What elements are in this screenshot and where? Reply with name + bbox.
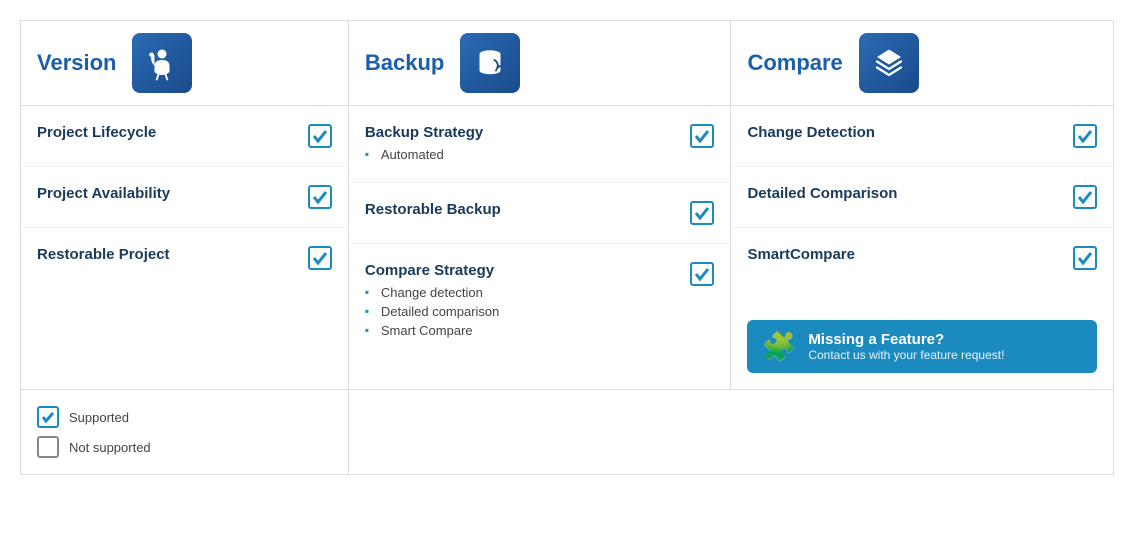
- missing-banner-content: Missing a Feature? Contact us with your …: [808, 331, 1004, 362]
- compare-features-cell: Change Detection Detailed Comparison Sma…: [731, 106, 1114, 390]
- legend-not-supported: Not supported: [37, 436, 332, 458]
- check-icon: [1073, 124, 1097, 148]
- feature-subitems: Automated: [365, 145, 691, 164]
- legend-not-supported-label: Not supported: [69, 440, 151, 455]
- version-features-cell: Project Lifecycle Project Availability R…: [21, 106, 349, 390]
- backup-feature-name: Restorable Backup: [365, 201, 691, 218]
- compare-feature-name: Detailed Comparison: [747, 185, 1073, 202]
- missing-feature-banner[interactable]: 🧩 Missing a Feature? Contact us with you…: [747, 320, 1097, 373]
- version-feature-name: Project Lifecycle: [37, 124, 308, 141]
- features-table: Version: [20, 20, 1114, 475]
- missing-banner-subtitle: Contact us with your feature request!: [808, 348, 1004, 362]
- compare-feature-block: Detailed Comparison: [747, 185, 1073, 206]
- version-header-cell: Version: [21, 21, 349, 106]
- missing-banner-title: Missing a Feature?: [808, 331, 1004, 348]
- legend-supported: Supported: [37, 406, 332, 428]
- check-icon: [308, 246, 332, 270]
- legend-cell: Supported Not supported: [21, 390, 349, 475]
- check-icon: [690, 262, 714, 286]
- backup-feature-row: Compare Strategy Change detectionDetaile…: [349, 243, 731, 358]
- compare-feature-row: Change Detection: [731, 106, 1113, 166]
- legend-empty-icon: [37, 436, 59, 458]
- database-icon: [472, 45, 508, 81]
- backup-feature-row: Backup Strategy Automated: [349, 106, 731, 182]
- backup-feature-block: Restorable Backup: [365, 201, 691, 222]
- checkmark-svg: [695, 267, 709, 281]
- legend-spacer: [348, 390, 1113, 475]
- backup-icon: [460, 33, 520, 93]
- compare-feature-block: Change Detection: [747, 124, 1073, 145]
- check-icon: [308, 124, 332, 148]
- checkmark-svg: [695, 129, 709, 143]
- legend: Supported Not supported: [21, 390, 348, 474]
- checkmark-svg: [313, 190, 327, 204]
- compare-feature-block: SmartCompare: [747, 246, 1073, 267]
- person-icon: [144, 45, 180, 81]
- version-feature-name: Restorable Project: [37, 246, 308, 263]
- compare-icon: [859, 33, 919, 93]
- backup-feature-row: Restorable Backup: [349, 182, 731, 243]
- compare-feature-name: SmartCompare: [747, 246, 1073, 263]
- feature-subitems: Change detectionDetailed comparisonSmart…: [365, 283, 691, 340]
- version-icon: [132, 33, 192, 93]
- backup-header-label: Backup: [365, 50, 444, 76]
- feature-subitem: Automated: [365, 145, 691, 164]
- legend-check-icon: [37, 406, 59, 428]
- compare-feature-row: Detailed Comparison: [731, 166, 1113, 227]
- check-icon: [1073, 246, 1097, 270]
- backup-feature-block: Compare Strategy Change detectionDetaile…: [365, 262, 691, 340]
- checkmark-svg: [313, 251, 327, 265]
- version-feature-block: Restorable Project: [37, 246, 308, 267]
- compare-feature-row: SmartCompare: [731, 227, 1113, 288]
- compare-bottom: 🧩 Missing a Feature? Contact us with you…: [731, 288, 1113, 389]
- feature-subitem: Detailed comparison: [365, 302, 691, 321]
- version-feature-name: Project Availability: [37, 185, 308, 202]
- check-icon: [690, 201, 714, 225]
- checkmark-svg: [1078, 190, 1092, 204]
- layers-icon: [871, 45, 907, 81]
- check-icon: [690, 124, 714, 148]
- version-feature-row: Restorable Project: [21, 227, 348, 288]
- feature-subitem: Change detection: [365, 283, 691, 302]
- backup-features-cell: Backup Strategy Automated Restorable Bac…: [348, 106, 731, 390]
- backup-feature-block: Backup Strategy Automated: [365, 124, 691, 164]
- checkmark-svg: [313, 129, 327, 143]
- puzzle-icon: 🧩: [761, 330, 796, 363]
- backup-feature-name: Backup Strategy: [365, 124, 691, 141]
- checkmark-svg: [1078, 129, 1092, 143]
- version-feature-block: Project Availability: [37, 185, 308, 206]
- compare-header-label: Compare: [747, 50, 842, 76]
- backup-feature-name: Compare Strategy: [365, 262, 691, 279]
- legend-supported-label: Supported: [69, 410, 129, 425]
- checkmark-icon: [42, 411, 54, 423]
- check-icon: [308, 185, 332, 209]
- compare-feature-name: Change Detection: [747, 124, 1073, 141]
- checkmark-svg: [1078, 251, 1092, 265]
- compare-header-cell: Compare: [731, 21, 1114, 106]
- feature-subitem: Smart Compare: [365, 321, 691, 340]
- version-header-label: Version: [37, 50, 116, 76]
- version-feature-row: Project Lifecycle: [21, 106, 348, 166]
- check-icon: [1073, 185, 1097, 209]
- checkmark-svg: [695, 206, 709, 220]
- backup-header-cell: Backup: [348, 21, 731, 106]
- version-feature-row: Project Availability: [21, 166, 348, 227]
- version-feature-block: Project Lifecycle: [37, 124, 308, 145]
